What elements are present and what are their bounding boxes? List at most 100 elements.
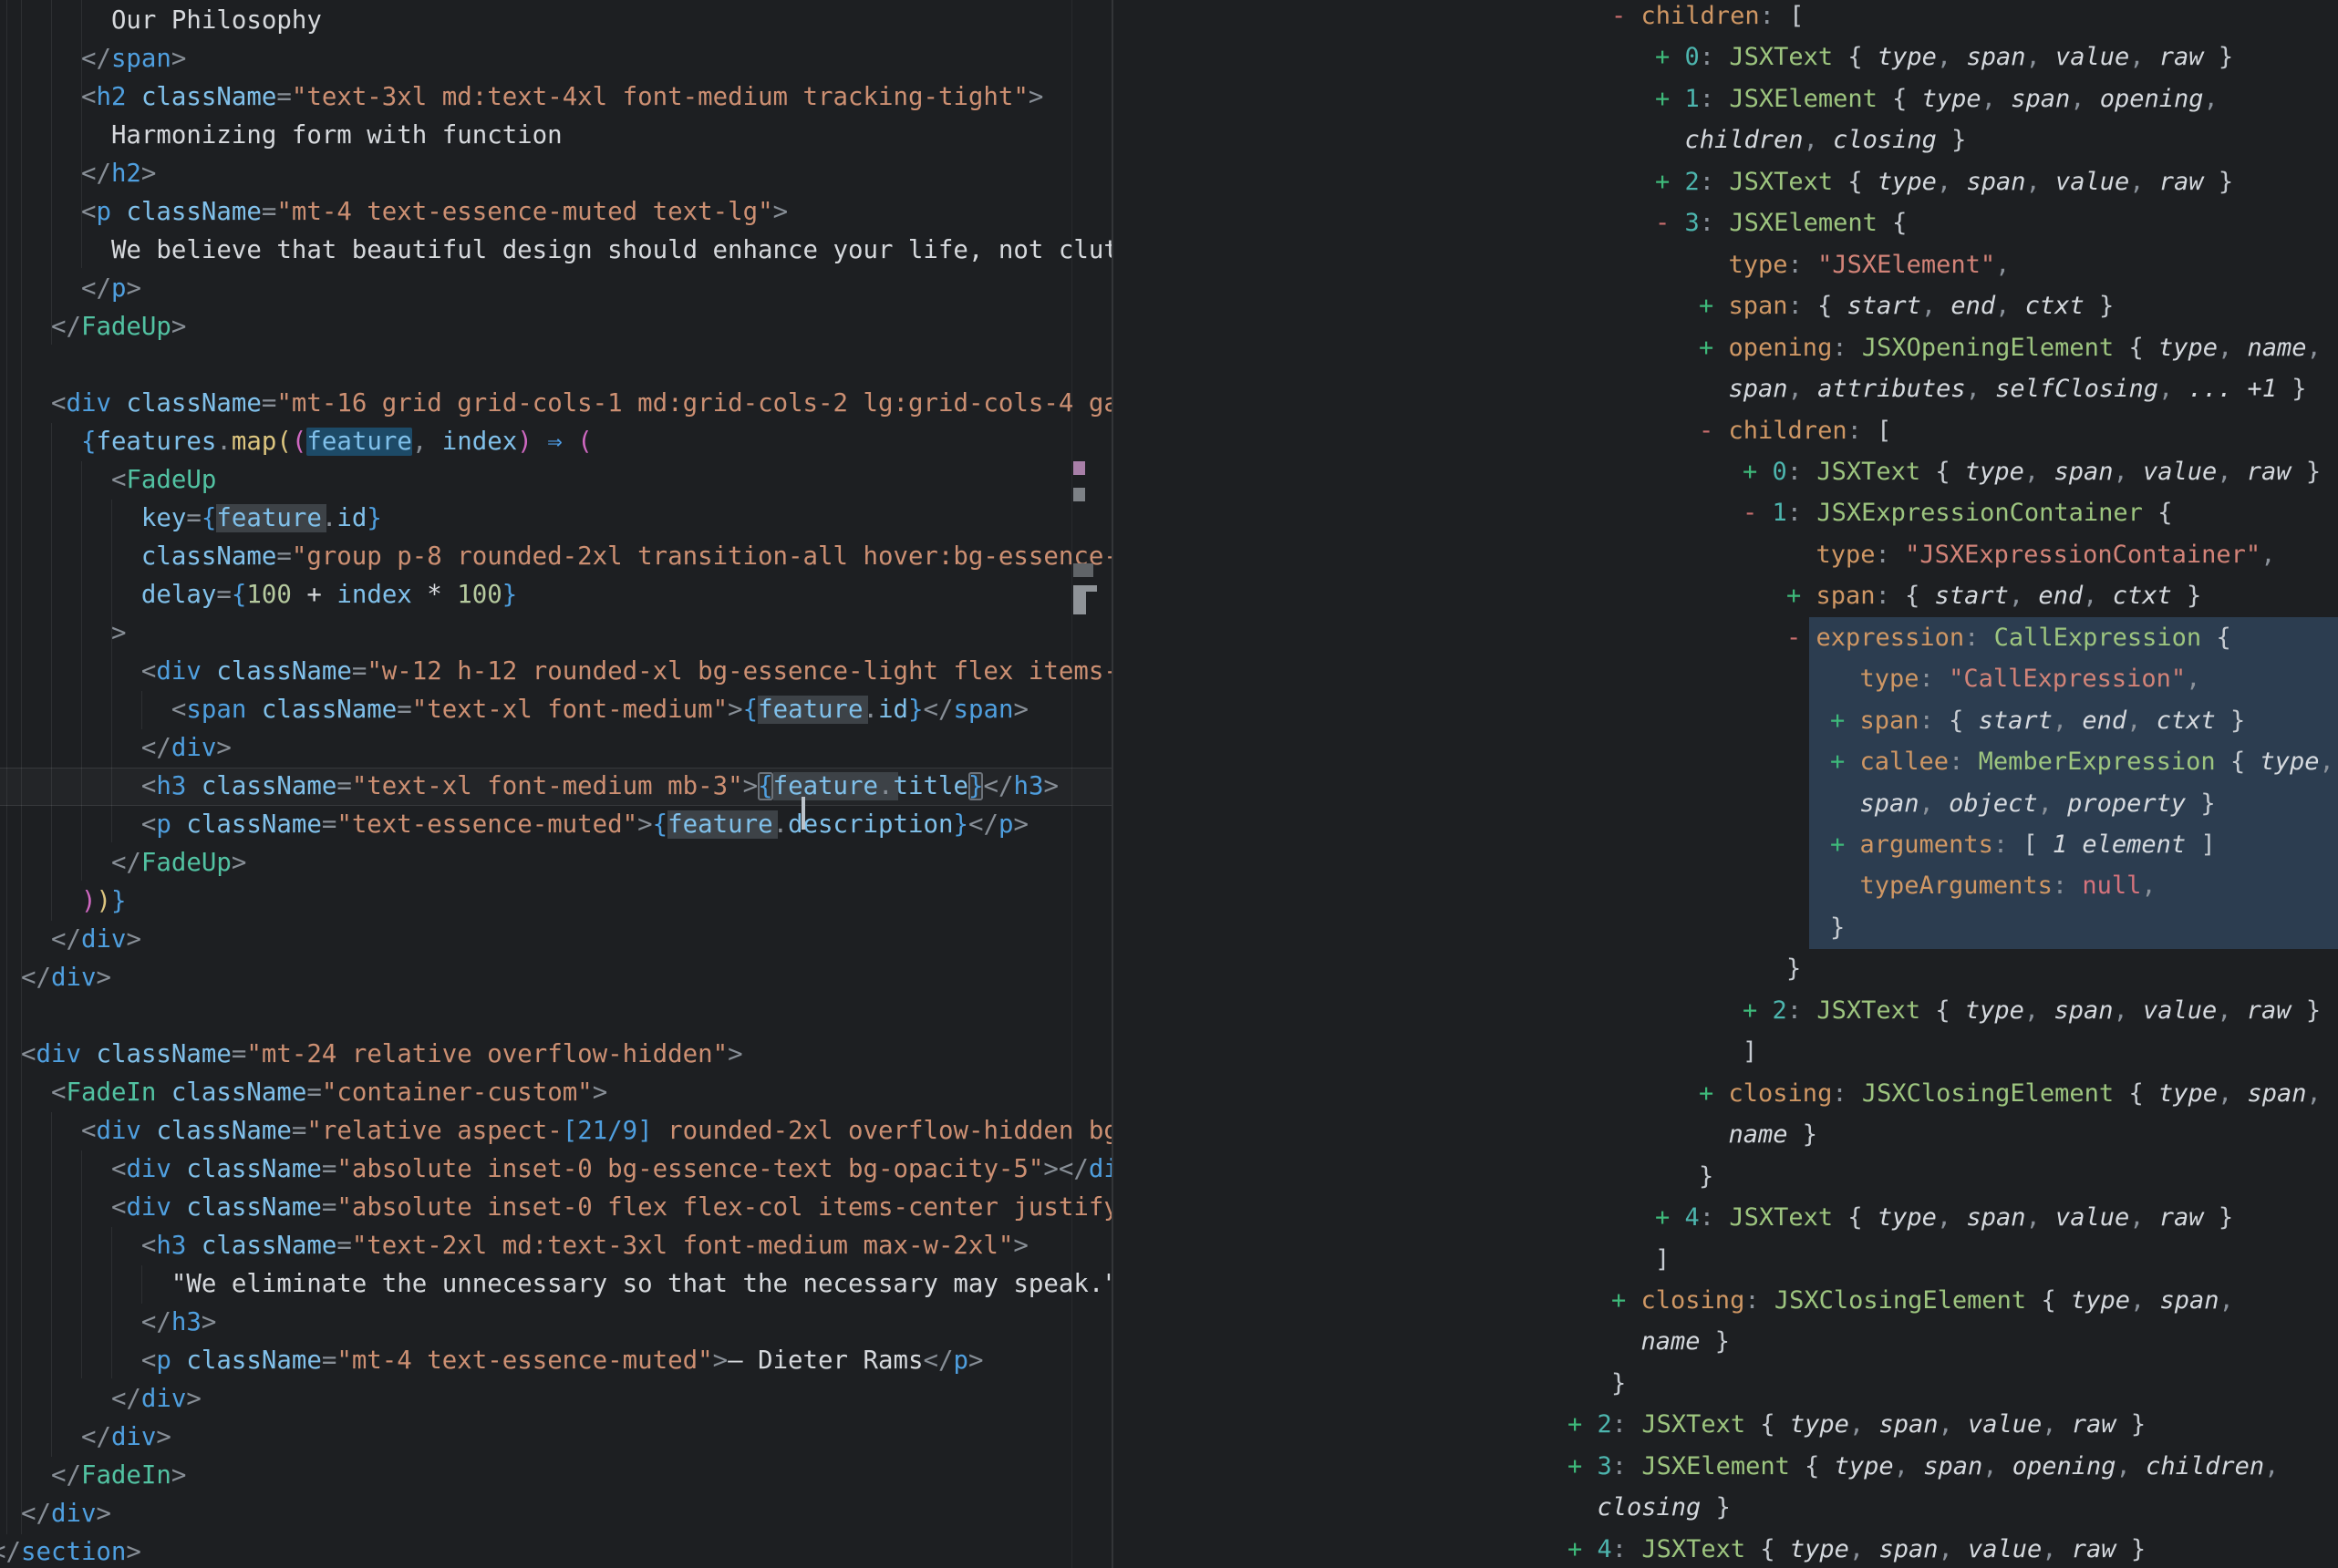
code-line[interactable]: </div> bbox=[0, 959, 1113, 997]
code-line[interactable]: delay={100 + index * 100} bbox=[0, 576, 1113, 614]
code-line[interactable]: </FadeUp> bbox=[0, 844, 1113, 882]
expand-icon[interactable]: + bbox=[1567, 1452, 1582, 1480]
code-line[interactable]: <div className="absolute inset-0 flex fl… bbox=[0, 1189, 1113, 1227]
ast-line[interactable]: - 3: JSXElement { bbox=[1115, 202, 2338, 244]
expand-icon[interactable]: + bbox=[1830, 748, 1845, 776]
ast-line[interactable]: closing } bbox=[1115, 1487, 2338, 1529]
code-line[interactable]: ))} bbox=[0, 882, 1113, 921]
ast-pane[interactable]: - children: [+ 0: JSXText { type, span, … bbox=[1115, 0, 2338, 1568]
ast-line[interactable]: ] bbox=[1115, 1239, 2338, 1281]
ast-line[interactable]: + 2: JSXText { type, span, value, raw } bbox=[1115, 1404, 2338, 1446]
expand-icon[interactable]: + bbox=[1830, 830, 1845, 859]
code-line[interactable]: </FadeUp> bbox=[0, 308, 1113, 346]
expand-icon[interactable]: + bbox=[1655, 1203, 1670, 1232]
collapse-icon[interactable]: - bbox=[1743, 499, 1757, 527]
code-line[interactable]: <p className="mt-4 text-essence-muted">—… bbox=[0, 1342, 1113, 1380]
ast-line[interactable]: children, closing } bbox=[1115, 119, 2338, 161]
ast-line[interactable]: span, object, property } bbox=[1115, 783, 2338, 825]
code-line[interactable]: <FadeIn className="container-custom"> bbox=[0, 1074, 1113, 1112]
ast-line[interactable]: ] bbox=[1115, 1031, 2338, 1073]
code-line[interactable]: Our Philosophy bbox=[0, 2, 1113, 40]
ast-line[interactable]: } bbox=[1115, 1363, 2338, 1405]
code-line[interactable]: </div> bbox=[0, 1495, 1113, 1533]
ast-line[interactable]: name } bbox=[1115, 1114, 2338, 1156]
code-line[interactable]: </h3> bbox=[0, 1304, 1113, 1342]
expand-icon[interactable]: + bbox=[1567, 1410, 1582, 1439]
code-line[interactable]: </p> bbox=[0, 270, 1113, 308]
code-line[interactable]: > bbox=[0, 614, 1113, 653]
ast-line[interactable]: } bbox=[1115, 907, 2338, 949]
ast-line[interactable]: - 1: JSXExpressionContainer { bbox=[1115, 492, 2338, 534]
ast-line[interactable]: + 3: JSXElement { type, span, opening, c… bbox=[1115, 1446, 2338, 1488]
ast-line[interactable]: type: "JSXElement", bbox=[1115, 244, 2338, 286]
collapse-icon[interactable]: - bbox=[1655, 209, 1670, 237]
code-line[interactable]: {features.map((feature, index) ⇒ ( bbox=[0, 423, 1113, 461]
code-line[interactable]: <FadeUp bbox=[0, 461, 1113, 500]
expand-icon[interactable]: + bbox=[1743, 458, 1757, 486]
ast-line[interactable]: + opening: JSXOpeningElement { type, nam… bbox=[1115, 327, 2338, 369]
code-line[interactable]: <div className="absolute inset-0 bg-esse… bbox=[0, 1150, 1113, 1189]
ast-line[interactable]: name } bbox=[1115, 1321, 2338, 1363]
left-code-pane[interactable]: Our Philosophy </span> <h2 className="te… bbox=[0, 0, 1113, 1568]
ast-line[interactable]: + span: { start, end, ctxt } bbox=[1115, 700, 2338, 742]
code-line[interactable]: <p className="text-essence-muted">{featu… bbox=[0, 806, 1113, 844]
ast-line[interactable]: - children: [ bbox=[1115, 410, 2338, 452]
ast-line[interactable]: } bbox=[1115, 948, 2338, 990]
ast-line[interactable]: - children: [ bbox=[1115, 0, 2338, 37]
ast-line[interactable]: + 0: JSXText { type, span, value, raw } bbox=[1115, 36, 2338, 78]
code-line[interactable]: "We eliminate the unnecessary so that th… bbox=[0, 1265, 1113, 1304]
ast-line[interactable]: - expression: CallExpression { bbox=[1115, 617, 2338, 659]
code-line[interactable]: </div> bbox=[0, 729, 1113, 768]
expand-icon[interactable]: + bbox=[1786, 582, 1801, 610]
ast-line[interactable]: typeArguments: null, bbox=[1115, 865, 2338, 907]
expand-icon[interactable]: + bbox=[1655, 168, 1670, 196]
code-line[interactable]: <div className="relative aspect-[21/9] r… bbox=[0, 1112, 1113, 1150]
code-line[interactable]: </FadeIn> bbox=[0, 1457, 1113, 1495]
ast-line[interactable]: + 2: JSXText { type, span, value, raw } bbox=[1115, 161, 2338, 203]
code-line[interactable]: className="group p-8 rounded-2xl transit… bbox=[0, 538, 1113, 576]
ast-line[interactable]: + 2: JSXText { type, span, value, raw } bbox=[1115, 990, 2338, 1032]
code-line[interactable]: </div> bbox=[0, 1418, 1113, 1457]
ast-line[interactable]: + 4: JSXText { type, span, value, raw } bbox=[1115, 1529, 2338, 1568]
code-line[interactable]: </section> bbox=[0, 1533, 1113, 1568]
code-line[interactable] bbox=[0, 346, 1113, 385]
expand-icon[interactable]: + bbox=[1699, 1079, 1713, 1108]
code-line[interactable]: </h2> bbox=[0, 155, 1113, 193]
collapse-icon[interactable]: - bbox=[1786, 624, 1801, 652]
code-line[interactable] bbox=[0, 997, 1113, 1036]
pane-divider[interactable] bbox=[1112, 0, 1113, 1568]
expand-icon[interactable]: + bbox=[1743, 996, 1757, 1025]
code-line[interactable]: Harmonizing form with function bbox=[0, 117, 1113, 155]
ast-line[interactable]: type: "CallExpression", bbox=[1115, 658, 2338, 700]
code-line[interactable]: </div> bbox=[0, 1380, 1113, 1418]
code-line[interactable]: <h2 className="text-3xl md:text-4xl font… bbox=[0, 78, 1113, 117]
code-line[interactable]: We believe that beautiful design should … bbox=[0, 232, 1113, 270]
code-line[interactable]: </div> bbox=[0, 921, 1113, 959]
code-line[interactable]: <h3 className="text-2xl md:text-3xl font… bbox=[0, 1227, 1113, 1265]
code-line[interactable]: <p className="mt-4 text-essence-muted te… bbox=[0, 193, 1113, 232]
code-line[interactable]: <div className="mt-16 grid grid-cols-1 m… bbox=[0, 385, 1113, 423]
ast-line[interactable]: type: "JSXExpressionContainer", bbox=[1115, 534, 2338, 576]
ast-line[interactable]: + closing: JSXClosingElement { type, spa… bbox=[1115, 1280, 2338, 1322]
expand-icon[interactable]: + bbox=[1830, 707, 1845, 735]
code-line-active[interactable]: <h3 className="text-xl font-medium mb-3"… bbox=[0, 768, 1113, 806]
code-line[interactable]: <div className="mt-24 relative overflow-… bbox=[0, 1036, 1113, 1074]
ast-line[interactable]: + 0: JSXText { type, span, value, raw } bbox=[1115, 451, 2338, 493]
code-line[interactable]: </span> bbox=[0, 40, 1113, 78]
expand-icon[interactable]: + bbox=[1655, 85, 1670, 113]
expand-icon[interactable]: + bbox=[1611, 1286, 1626, 1315]
ast-line[interactable]: + 4: JSXText { type, span, value, raw } bbox=[1115, 1197, 2338, 1239]
ast-line[interactable]: + callee: MemberExpression { type, bbox=[1115, 741, 2338, 783]
code-line[interactable]: <span className="text-xl font-medium">{f… bbox=[0, 691, 1113, 729]
expand-icon[interactable]: + bbox=[1699, 292, 1713, 320]
expand-icon[interactable]: + bbox=[1655, 43, 1670, 71]
ast-line[interactable]: span, attributes, selfClosing, ... +1 } bbox=[1115, 368, 2338, 410]
collapse-icon[interactable]: - bbox=[1699, 417, 1713, 445]
ast-line[interactable]: + arguments: [ 1 element ] bbox=[1115, 824, 2338, 866]
expand-icon[interactable]: + bbox=[1699, 334, 1713, 362]
expand-icon[interactable]: + bbox=[1567, 1535, 1582, 1563]
code-line[interactable]: <div className="w-12 h-12 rounded-xl bg-… bbox=[0, 653, 1113, 691]
ast-line[interactable]: + 1: JSXElement { type, span, opening, bbox=[1115, 78, 2338, 120]
code-line[interactable]: key={feature.id} bbox=[0, 500, 1113, 538]
ast-line[interactable]: } bbox=[1115, 1156, 2338, 1198]
